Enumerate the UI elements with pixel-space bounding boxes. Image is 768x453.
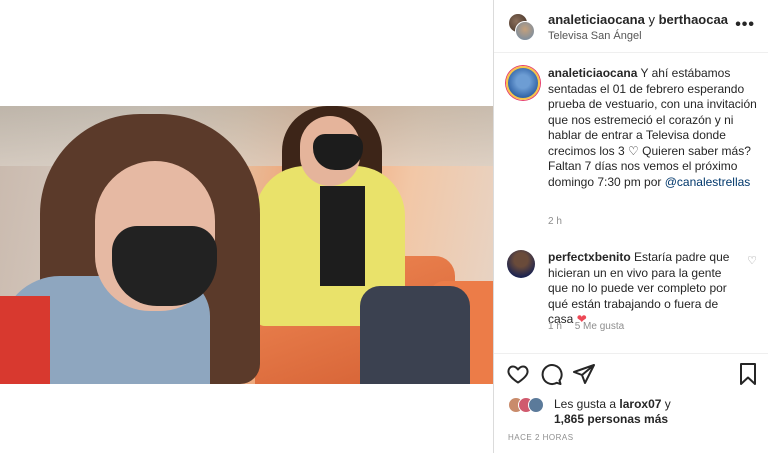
comment-like-icon[interactable]: ♡ bbox=[747, 254, 757, 267]
action-bar bbox=[494, 353, 768, 394]
more-icon[interactable]: ••• bbox=[735, 16, 755, 34]
photo-person1-mask bbox=[112, 226, 217, 306]
mention-link[interactable]: @canalestrellas bbox=[665, 175, 751, 189]
share-icon[interactable] bbox=[572, 362, 596, 386]
comment-time[interactable]: 1 h bbox=[548, 321, 562, 332]
likes-count[interactable]: 1,865 personas más bbox=[554, 412, 668, 426]
comment-meta: 1 h 5 Me gusta bbox=[548, 321, 634, 332]
comment-likes[interactable]: 5 Me gusta bbox=[575, 321, 624, 332]
photo-person2-jeans bbox=[360, 286, 470, 384]
heart-outline-icon: ♡ bbox=[628, 143, 639, 158]
post-media bbox=[0, 0, 493, 453]
avatar bbox=[528, 397, 544, 413]
header-username-2[interactable]: berthaocaa bbox=[659, 12, 728, 27]
avatar[interactable] bbox=[515, 21, 535, 41]
location-link[interactable]: Televisa San Ángel bbox=[548, 30, 642, 42]
comment: perfectxbenito Estaría padre que hiciera… bbox=[548, 250, 744, 328]
bookmark-icon[interactable] bbox=[736, 362, 760, 386]
post-caption: analeticiaocana Y ahí estábamos sentadas… bbox=[548, 66, 758, 190]
likes-user[interactable]: larox07 bbox=[619, 397, 661, 411]
likes-joiner: y bbox=[664, 397, 671, 411]
likes-text: Les gusta a larox07 y 1,865 personas más bbox=[554, 397, 671, 427]
heart-icon[interactable] bbox=[506, 362, 530, 386]
post-timestamp[interactable]: HACE 2 HORAS bbox=[508, 433, 574, 442]
header-joiner: y bbox=[648, 12, 655, 27]
comment-username[interactable]: perfectxbenito bbox=[548, 250, 631, 264]
header-usernames: analeticiaocana y berthaocaa bbox=[548, 12, 728, 27]
photo-person1-shirt bbox=[0, 296, 50, 384]
avatar[interactable] bbox=[507, 250, 535, 278]
caption-username[interactable]: analeticiaocana bbox=[548, 66, 637, 80]
photo-person2-top bbox=[320, 186, 365, 286]
post-side-panel: analeticiaocana y berthaocaa Televisa Sa… bbox=[493, 0, 768, 453]
post-header: analeticiaocana y berthaocaa Televisa Sa… bbox=[494, 0, 768, 53]
likes-prefix: Les gusta a bbox=[554, 397, 617, 411]
comment-icon[interactable] bbox=[539, 362, 563, 386]
header-username-1[interactable]: analeticiaocana bbox=[548, 12, 645, 27]
likes-summary: Les gusta a larox07 y 1,865 personas más bbox=[508, 395, 758, 427]
avatar[interactable] bbox=[506, 66, 540, 100]
post-photo[interactable] bbox=[0, 106, 493, 384]
caption-timestamp[interactable]: 2 h bbox=[548, 216, 562, 227]
